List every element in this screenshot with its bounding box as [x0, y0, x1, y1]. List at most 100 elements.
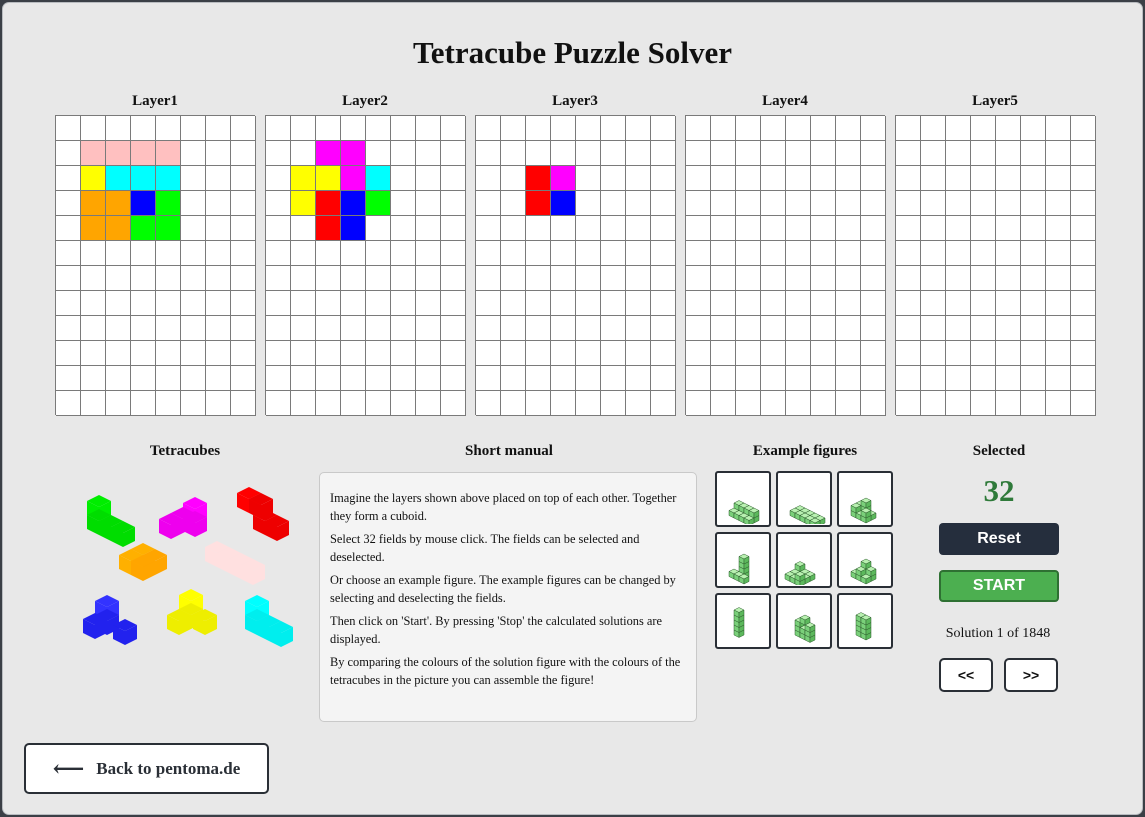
grid-cell[interactable]	[651, 391, 676, 416]
grid-cell[interactable]	[441, 341, 466, 366]
grid-cell[interactable]	[1021, 216, 1046, 241]
grid-cell[interactable]	[501, 241, 526, 266]
grid-cell[interactable]	[996, 141, 1021, 166]
grid-cell[interactable]	[971, 241, 996, 266]
grid-cell[interactable]	[81, 341, 106, 366]
grid-cell[interactable]	[131, 216, 156, 241]
grid-cell[interactable]	[836, 391, 861, 416]
grid-cell[interactable]	[366, 291, 391, 316]
grid-cell[interactable]	[786, 391, 811, 416]
example-figure-button[interactable]	[837, 593, 893, 649]
grid-cell[interactable]	[131, 116, 156, 141]
grid-cell[interactable]	[1021, 391, 1046, 416]
grid-cell[interactable]	[476, 291, 501, 316]
grid-cell[interactable]	[836, 166, 861, 191]
grid-cell[interactable]	[366, 366, 391, 391]
grid-cell[interactable]	[526, 191, 551, 216]
grid-cell[interactable]	[366, 241, 391, 266]
grid-cell[interactable]	[971, 341, 996, 366]
grid-cell[interactable]	[131, 266, 156, 291]
grid-cell[interactable]	[476, 341, 501, 366]
grid-cell[interactable]	[156, 366, 181, 391]
grid-cell[interactable]	[316, 241, 341, 266]
grid-cell[interactable]	[836, 291, 861, 316]
grid-cell[interactable]	[476, 166, 501, 191]
grid-cell[interactable]	[996, 316, 1021, 341]
grid-cell[interactable]	[896, 341, 921, 366]
grid-cell[interactable]	[416, 341, 441, 366]
grid-cell[interactable]	[206, 191, 231, 216]
grid-cell[interactable]	[736, 341, 761, 366]
grid-cell[interactable]	[366, 116, 391, 141]
grid-cell[interactable]	[736, 241, 761, 266]
grid-cell[interactable]	[651, 241, 676, 266]
grid-cell[interactable]	[786, 266, 811, 291]
grid-cell[interactable]	[921, 391, 946, 416]
grid-cell[interactable]	[836, 341, 861, 366]
grid-cell[interactable]	[156, 141, 181, 166]
grid-cell[interactable]	[366, 341, 391, 366]
grid-cell[interactable]	[686, 116, 711, 141]
grid-cell[interactable]	[441, 266, 466, 291]
grid-cell[interactable]	[896, 216, 921, 241]
grid-cell[interactable]	[946, 366, 971, 391]
grid-cell[interactable]	[971, 191, 996, 216]
grid-cell[interactable]	[651, 116, 676, 141]
grid-cell[interactable]	[526, 141, 551, 166]
grid-cell[interactable]	[181, 341, 206, 366]
grid-cell[interactable]	[316, 391, 341, 416]
grid-cell[interactable]	[946, 141, 971, 166]
grid-cell[interactable]	[861, 166, 886, 191]
grid-cell[interactable]	[626, 216, 651, 241]
grid-cell[interactable]	[921, 241, 946, 266]
grid-cell[interactable]	[1021, 341, 1046, 366]
grid-cell[interactable]	[861, 241, 886, 266]
grid-cell[interactable]	[181, 391, 206, 416]
grid-cell[interactable]	[896, 391, 921, 416]
grid-cell[interactable]	[736, 366, 761, 391]
grid-cell[interactable]	[291, 241, 316, 266]
grid-cell[interactable]	[131, 141, 156, 166]
example-figure-button[interactable]	[776, 532, 832, 588]
grid-cell[interactable]	[1046, 141, 1071, 166]
grid-cell[interactable]	[266, 141, 291, 166]
grid-cell[interactable]	[131, 391, 156, 416]
grid-cell[interactable]	[266, 241, 291, 266]
grid-cell[interactable]	[181, 141, 206, 166]
back-to-pentoma-button[interactable]: ⟵ Back to pentoma.de	[24, 743, 269, 794]
grid-cell[interactable]	[576, 116, 601, 141]
grid-cell[interactable]	[416, 291, 441, 316]
grid-cell[interactable]	[81, 191, 106, 216]
grid-cell[interactable]	[391, 291, 416, 316]
grid-cell[interactable]	[266, 266, 291, 291]
grid-cell[interactable]	[391, 216, 416, 241]
grid-cell[interactable]	[56, 391, 81, 416]
grid-cell[interactable]	[861, 366, 886, 391]
grid-cell[interactable]	[576, 141, 601, 166]
grid-cell[interactable]	[861, 216, 886, 241]
grid-cell[interactable]	[626, 116, 651, 141]
grid-cell[interactable]	[391, 341, 416, 366]
grid-cell[interactable]	[686, 391, 711, 416]
grid-cell[interactable]	[996, 291, 1021, 316]
grid-cell[interactable]	[181, 191, 206, 216]
grid-cell[interactable]	[526, 266, 551, 291]
grid-cell[interactable]	[106, 141, 131, 166]
grid-cell[interactable]	[1046, 366, 1071, 391]
grid-cell[interactable]	[711, 391, 736, 416]
grid-cell[interactable]	[836, 141, 861, 166]
grid-cell[interactable]	[711, 166, 736, 191]
grid-cell[interactable]	[996, 191, 1021, 216]
grid-cell[interactable]	[341, 291, 366, 316]
grid-cell[interactable]	[896, 366, 921, 391]
grid-cell[interactable]	[601, 366, 626, 391]
grid-cell[interactable]	[526, 216, 551, 241]
grid-cell[interactable]	[736, 316, 761, 341]
grid-cell[interactable]	[341, 116, 366, 141]
grid-cell[interactable]	[996, 116, 1021, 141]
grid-cell[interactable]	[921, 216, 946, 241]
grid-cell[interactable]	[416, 316, 441, 341]
grid-cell[interactable]	[206, 391, 231, 416]
grid-cell[interactable]	[811, 216, 836, 241]
grid-cell[interactable]	[836, 191, 861, 216]
